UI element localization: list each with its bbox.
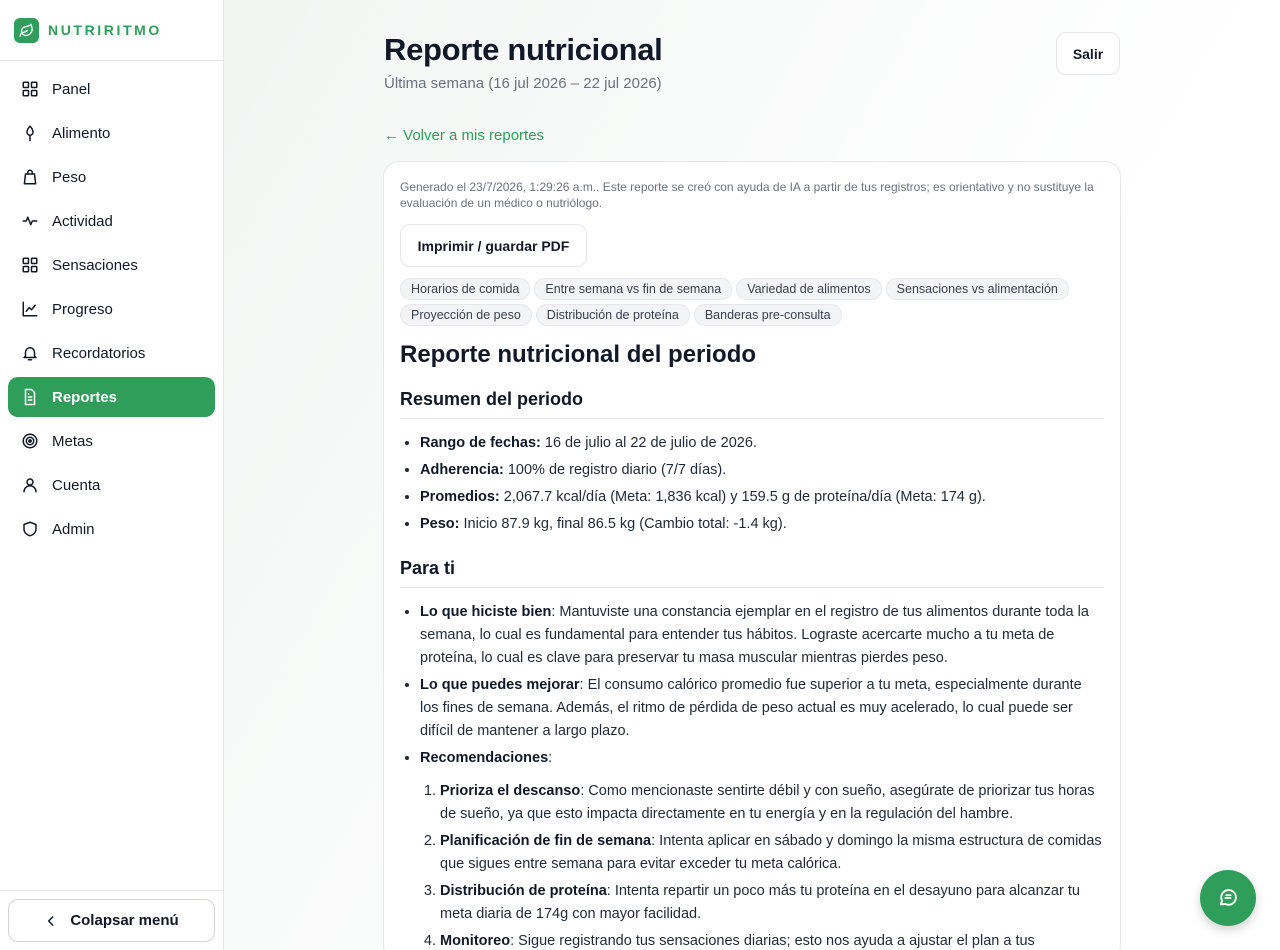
recommendation-item: Monitoreo: Sigue registrando tus sensaci… (440, 930, 1104, 950)
sidebar: NUTRIRITMO Panel Alimento Peso Actividad (0, 0, 224, 950)
sidebar-nav: Panel Alimento Peso Actividad Sensacione… (0, 61, 223, 549)
sidebar-item-cuenta[interactable]: Cuenta (8, 465, 215, 505)
sidebar-item-reportes[interactable]: Reportes (8, 377, 215, 417)
grid-icon (21, 256, 39, 274)
chip-variedad[interactable]: Variedad de alimentos (736, 278, 882, 300)
leaf-icon (21, 124, 39, 142)
sidebar-item-alimento[interactable]: Alimento (8, 113, 215, 153)
target-icon (21, 432, 39, 450)
list-item: Rango de fechas: 16 de julio al 22 de ju… (420, 432, 1104, 455)
recommendations-list: Prioriza el descanso: Como mencionaste s… (420, 780, 1104, 950)
item-label: Peso: (420, 516, 460, 532)
item-label: Planificación de fin de semana (440, 833, 652, 849)
bell-icon (21, 344, 39, 362)
brand: NUTRIRITMO (0, 0, 223, 61)
chip-proteina[interactable]: Distribución de proteína (535, 304, 690, 326)
item-label: Prioriza el descanso (440, 783, 581, 799)
summary-heading: Resumen del periodo (400, 389, 1104, 419)
list-item: Recomendaciones: Prioriza el descanso: C… (420, 747, 1104, 950)
sidebar-item-label: Recordatorios (52, 344, 146, 362)
report-title: Reporte nutricional del periodo (400, 341, 757, 368)
sidebar-item-label: Admin (52, 520, 95, 538)
sidebar-item-recordatorios[interactable]: Recordatorios (8, 333, 215, 373)
user-icon (21, 476, 39, 494)
sidebar-item-label: Alimento (52, 124, 111, 142)
sidebar-item-metas[interactable]: Metas (8, 421, 215, 461)
logout-button[interactable]: Salir (1056, 32, 1120, 75)
sidebar-item-panel[interactable]: Panel (8, 69, 215, 109)
item-label: Distribución de proteína (440, 883, 607, 899)
item-text: Inicio 87.9 kg, final 86.5 kg (Cambio to… (459, 516, 787, 532)
chip-proyeccion[interactable]: Proyección de peso (400, 304, 532, 326)
brand-name: NUTRIRITMO (48, 22, 162, 38)
list-item: Promedios: 2,067.7 kcal/día (Meta: 1,836… (420, 486, 1104, 509)
list-item: Lo que hiciste bien: Mantuviste una cons… (420, 601, 1104, 670)
collapse-area: Colapsar menú (0, 890, 223, 950)
shield-icon (21, 520, 39, 538)
section-chips: Horarios de comida Entre semana vs fin d… (400, 278, 1090, 326)
back-to-reports-link[interactable]: ← Volver a mis reportes (384, 127, 544, 144)
report-disclaimer: Generado el 23/7/2026, 1:29:26 a.m.. Est… (400, 180, 1094, 210)
recommendation-item: Distribución de proteína: Intenta repart… (440, 880, 1104, 926)
sidebar-item-sensaciones[interactable]: Sensaciones (8, 245, 215, 285)
sidebar-item-label: Cuenta (52, 476, 101, 494)
item-label: Recomendaciones (420, 750, 549, 766)
list-item: Lo que puedes mejorar: El consumo calóri… (420, 674, 1104, 743)
item-text: 100% de registro diario (7/7 días). (503, 462, 727, 478)
sidebar-item-label: Peso (52, 168, 87, 186)
sidebar-item-actividad[interactable]: Actividad (8, 201, 215, 241)
sidebar-item-admin[interactable]: Admin (8, 509, 215, 549)
list-item: Adherencia: 100% de registro diario (7/7… (420, 459, 1104, 482)
chip-banderas[interactable]: Banderas pre-consulta (693, 304, 842, 326)
item-text: 2,067.7 kcal/día (Meta: 1,836 kcal) y 15… (499, 489, 986, 505)
item-label: Rango de fechas: (420, 435, 541, 451)
sidebar-item-progreso[interactable]: Progreso (8, 289, 215, 329)
sidebar-item-label: Metas (52, 432, 93, 450)
item-label: Adherencia: (420, 462, 504, 478)
sidebar-item-label: Progreso (52, 300, 113, 318)
chip-entre-semana[interactable]: Entre semana vs fin de semana (534, 278, 733, 300)
sidebar-item-label: Actividad (52, 212, 113, 230)
print-pdf-button[interactable]: Imprimir / guardar PDF (400, 224, 587, 267)
item-text: : Sigue registrando tus sensaciones diar… (510, 933, 1035, 949)
item-label: Promedios: (420, 489, 500, 505)
leaf-logo-icon (14, 17, 39, 43)
recommendation-item: Prioriza el descanso: Como mencionaste s… (440, 780, 1104, 826)
collapse-menu-label: Colapsar menú (70, 912, 179, 929)
item-text: : (548, 750, 553, 766)
chevron-left-icon (44, 914, 58, 928)
document-icon (21, 388, 39, 406)
list-item: Peso: Inicio 87.9 kg, final 86.5 kg (Cam… (420, 513, 1104, 536)
summary-list: Rango de fechas: 16 de julio al 22 de ju… (400, 432, 1104, 536)
recommendation-item: Planificación de fin de semana: Intenta … (440, 830, 1104, 876)
sidebar-item-label: Reportes (52, 388, 118, 406)
item-text: 16 de julio al 22 de julio de 2026. (540, 435, 757, 451)
chip-sensaciones[interactable]: Sensaciones vs alimentación (885, 278, 1069, 300)
pulse-icon (21, 212, 39, 230)
bag-icon (21, 168, 39, 186)
item-label: Lo que hiciste bien (420, 604, 552, 620)
for-you-heading: Para ti (400, 558, 1104, 588)
page-subtitle: Última semana (16 jul 2026 – 22 jul 2026… (384, 75, 662, 92)
grid-icon (21, 80, 39, 98)
sidebar-item-peso[interactable]: Peso (8, 157, 215, 197)
chip-horarios[interactable]: Horarios de comida (400, 278, 531, 300)
sidebar-item-label: Sensaciones (52, 256, 138, 274)
chart-icon (21, 300, 39, 318)
chat-button[interactable] (1200, 870, 1256, 926)
item-label: Monitoreo (440, 933, 511, 949)
page-title: Reporte nutricional (384, 32, 663, 67)
collapse-menu-button[interactable]: Colapsar menú (8, 899, 215, 942)
for-you-list: Lo que hiciste bien: Mantuviste una cons… (400, 601, 1104, 950)
chat-bubble-icon (1217, 887, 1239, 909)
item-label: Lo que puedes mejorar (420, 677, 580, 693)
sidebar-item-label: Panel (52, 80, 91, 98)
report-card: Generado el 23/7/2026, 1:29:26 a.m.. Est… (383, 161, 1121, 950)
